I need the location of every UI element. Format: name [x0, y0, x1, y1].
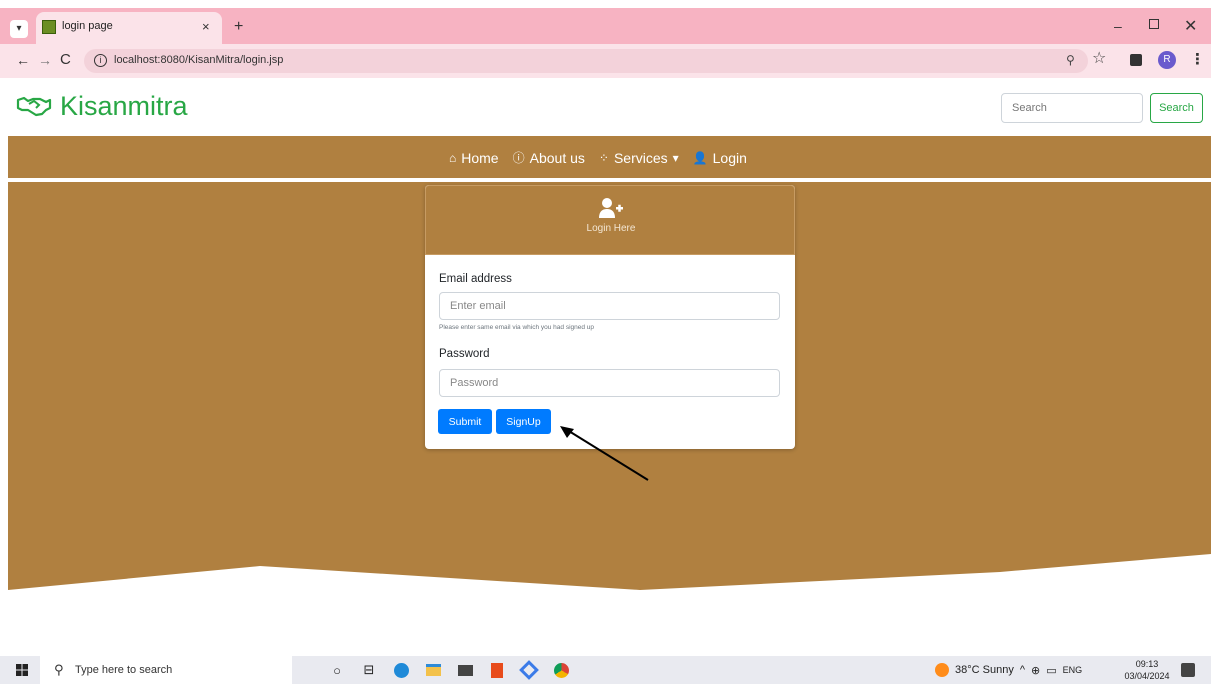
nav-item-label: Home [461, 149, 499, 166]
brand-logo[interactable]: Kisanmitra [16, 88, 188, 124]
weather-text[interactable]: 38°C Sunny [955, 664, 1014, 676]
notification-icon[interactable] [1181, 663, 1195, 677]
search-input[interactable] [1001, 93, 1143, 123]
home-icon: ⌂ [449, 150, 457, 165]
profile-avatar-icon[interactable]: R [1158, 51, 1176, 69]
site-info-icon[interactable]: i [94, 54, 107, 67]
brand-name: Kisanmitra [60, 90, 188, 121]
reload-icon[interactable]: C [60, 51, 71, 68]
email-help-text: Please enter same email via which you ha… [439, 324, 595, 331]
login-card-title: Login Here [586, 223, 636, 234]
windows-start-icon[interactable] [16, 664, 28, 676]
nav-item-label: Services [613, 149, 668, 166]
office-icon[interactable] [487, 660, 507, 680]
search-button[interactable]: Search [1150, 93, 1203, 123]
network-icon[interactable]: ⊕ [1031, 664, 1040, 677]
nav-item-services[interactable]: ⁘ Services ▾ [599, 149, 679, 166]
side-panel-icon[interactable] [1130, 54, 1142, 66]
task-view-icon[interactable]: ⊟ [359, 660, 379, 680]
signup-button[interactable]: SignUp [496, 409, 551, 434]
caret-down-icon: ▾ [672, 150, 679, 165]
user-plus-icon [599, 198, 623, 218]
url-text: localhost:8080/KisanMitra/login.jsp [114, 54, 284, 66]
minimize-button[interactable]: – [1114, 18, 1122, 34]
url-field[interactable]: i localhost:8080/KisanMitra/login.jsp ⚲ [84, 49, 1088, 73]
login-card: Login Here Email address Please enter sa… [425, 185, 795, 449]
back-arrow-icon[interactable]: ← [16, 52, 30, 68]
forward-arrow-icon[interactable]: → [38, 52, 52, 68]
handshake-icon [16, 96, 52, 117]
email-field[interactable] [439, 292, 780, 320]
password-label: Password [439, 348, 490, 360]
tab-title: login page [62, 20, 113, 32]
email-label: Email address [439, 273, 512, 285]
login-card-header: Login Here [425, 185, 795, 255]
nav-item-label: About us [529, 149, 585, 166]
language-indicator[interactable]: ENG [1063, 665, 1083, 675]
mail-icon[interactable] [455, 660, 475, 680]
password-field[interactable] [439, 369, 780, 397]
store-icon[interactable] [519, 660, 539, 680]
search-icon: ⚲ [54, 662, 64, 677]
battery-icon[interactable]: ▭ [1046, 664, 1056, 677]
info-icon: ⓘ [512, 151, 525, 165]
bookmark-star-icon[interactable]: ☆ [1092, 48, 1106, 68]
favicon-icon [42, 20, 56, 34]
nav-item-label: Login [712, 149, 747, 166]
chevron-up-icon[interactable]: ^ [1020, 664, 1025, 676]
browser-tab[interactable]: login page × [36, 12, 222, 44]
more-menu-icon[interactable]: ⋮ [1190, 50, 1205, 68]
nav-item-about[interactable]: ⓘ About us [513, 149, 585, 166]
annotation-arrow [560, 426, 649, 481]
nav-item-login[interactable]: 👤 Login [693, 149, 747, 166]
browser-tab-bar: ▾ login page × + – ✕ [0, 8, 1211, 44]
file-explorer-icon[interactable] [423, 660, 443, 680]
edge-icon[interactable] [391, 660, 411, 680]
nav-item-home[interactable]: ⌂ Home [449, 149, 499, 166]
tab-search-button[interactable]: ▾ [10, 20, 28, 38]
taskbar-search[interactable]: ⚲ Type here to search [40, 656, 292, 684]
taskbar-search-text: Type here to search [75, 664, 173, 676]
window-close-button[interactable]: ✕ [1184, 16, 1197, 36]
submit-button[interactable]: Submit [438, 409, 492, 434]
address-bar-row: ← → C i localhost:8080/KisanMitra/login.… [0, 44, 1211, 78]
maximize-button[interactable] [1149, 19, 1159, 29]
new-tab-button[interactable]: + [234, 18, 243, 36]
cortana-icon[interactable]: ○ [327, 660, 347, 680]
user-plus-icon: 👤 [692, 150, 708, 165]
chrome-icon[interactable] [551, 660, 571, 680]
main-navbar: ⌂ Home ⓘ About us ⁘ Services ▾ 👤 Login [8, 136, 1211, 178]
clock-time: 09:13 [1135, 659, 1159, 669]
spinner-icon: ⁘ [598, 150, 609, 165]
zoom-icon[interactable]: ⚲ [1066, 53, 1075, 67]
taskbar: ⚲ Type here to search ○ ⊟ 38°C Sunny ^ ⊕… [0, 656, 1211, 684]
taskbar-clock[interactable]: 09:13 03/04/2024 [1117, 658, 1177, 682]
clock-date: 03/04/2024 [1124, 671, 1170, 681]
tab-close-icon[interactable]: × [202, 19, 210, 34]
weather-icon[interactable] [935, 663, 949, 677]
